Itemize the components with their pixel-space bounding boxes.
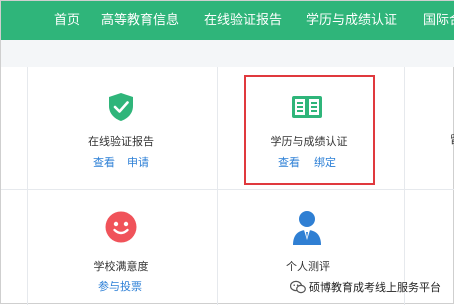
smiley-face-icon	[105, 211, 137, 243]
apply-report-link[interactable]: 申请	[127, 154, 149, 170]
highlight-frame	[244, 75, 375, 185]
grid-divider-left	[27, 67, 28, 305]
top-navigation-bar: 首页 高等教育信息 在线验证报告 学历与成绩认证 国际合	[1, 1, 454, 40]
grid-divider-right	[404, 67, 405, 305]
grid-divider-middle	[217, 67, 218, 305]
view-report-link[interactable]: 查看	[93, 154, 115, 170]
wechat-icon	[290, 280, 306, 294]
watermark: 硕博教育成考线上服务平台	[290, 279, 441, 295]
card-title-satisfaction: 学校满意度	[93, 260, 149, 273]
vote-link[interactable]: 参与投票	[98, 278, 142, 294]
watermark-text: 硕博教育成考线上服务平台	[309, 281, 441, 294]
card-title-personal-eval: 个人测评	[286, 260, 330, 273]
content-top-strip	[1, 40, 454, 67]
nav-item-online-verification-report[interactable]: 在线验证报告	[204, 1, 282, 40]
nav-item-international[interactable]: 国际合	[423, 1, 454, 40]
shield-check-icon	[109, 93, 133, 121]
grid-divider-row	[1, 189, 454, 190]
card-title-online-report: 在线验证报告	[88, 135, 154, 148]
nav-item-home[interactable]: 首页	[54, 1, 80, 40]
person-icon	[293, 211, 321, 245]
nav-item-degree-certification[interactable]: 学历与成绩认证	[306, 1, 397, 40]
nav-item-higher-education-info[interactable]: 高等教育信息	[101, 1, 179, 40]
card-title-partial-right: 留	[450, 131, 454, 147]
